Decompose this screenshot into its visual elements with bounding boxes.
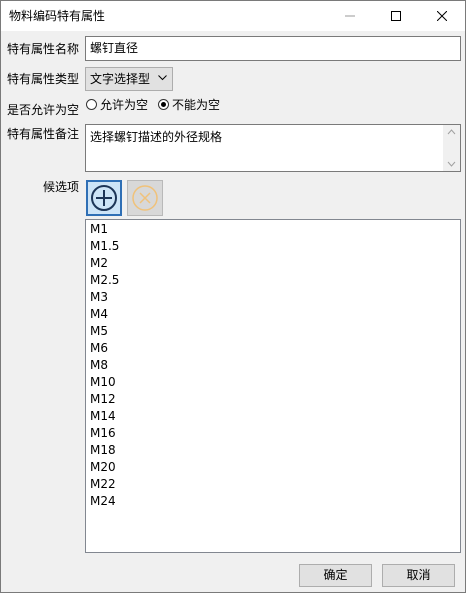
x-circle-icon [132, 185, 158, 211]
name-label: 特有属性名称 [7, 42, 80, 56]
radio-selected-dot [161, 102, 166, 107]
radio-deny-label: 不能为空 [172, 98, 221, 112]
candidates-label: 候选项 [43, 180, 80, 194]
type-select-value: 文字选择型 [90, 72, 151, 86]
maximize-button[interactable] [373, 1, 419, 31]
candidates-list[interactable]: M1 M1.5 M2 M2.5 M3 M4 M5 M6 M8 M10 M12 M… [85, 219, 461, 553]
window-title: 物料编码特有属性 [9, 9, 106, 23]
delete-candidate-button[interactable] [127, 180, 163, 216]
scroll-up-icon[interactable] [443, 127, 460, 137]
list-item[interactable]: M8 [90, 358, 108, 372]
list-item[interactable]: M1.5 [90, 239, 119, 253]
list-item[interactable]: M16 [90, 426, 116, 440]
close-icon [437, 11, 447, 21]
remark-textarea[interactable]: 选择螺钉描述的外径规格 [85, 124, 461, 172]
ok-button[interactable]: 确定 [299, 564, 372, 587]
list-item[interactable]: M14 [90, 409, 116, 423]
list-item[interactable]: M2.5 [90, 273, 119, 287]
title-bar[interactable]: 物料编码特有属性 [1, 1, 465, 31]
radio-not-null[interactable]: 不能为空 [158, 98, 238, 114]
name-input-value: 螺钉直径 [90, 41, 139, 55]
list-item[interactable]: M12 [90, 392, 116, 406]
list-item[interactable]: M10 [90, 375, 116, 389]
list-item[interactable]: M2 [90, 256, 108, 270]
list-item[interactable]: M24 [90, 494, 116, 508]
type-select[interactable]: 文字选择型 [85, 67, 173, 91]
list-item[interactable]: M18 [90, 443, 116, 457]
radio-deny-circle[interactable] [158, 99, 169, 110]
maximize-icon [391, 11, 401, 21]
list-item[interactable]: M3 [90, 290, 108, 304]
radio-allow-label: 允许为空 [100, 98, 149, 112]
minimize-icon [345, 15, 355, 17]
list-item[interactable]: M4 [90, 307, 108, 321]
plus-circle-icon [91, 185, 117, 211]
list-item[interactable]: M20 [90, 460, 116, 474]
type-label: 特有属性类型 [7, 72, 80, 86]
list-item[interactable]: M6 [90, 341, 108, 355]
radio-allow-circle[interactable] [86, 99, 97, 110]
add-candidate-button[interactable] [86, 180, 122, 216]
chevron-down-icon [158, 75, 167, 81]
list-item[interactable]: M5 [90, 324, 108, 338]
cancel-button[interactable]: 取消 [382, 564, 455, 587]
remark-scrollbar[interactable] [443, 125, 460, 171]
remark-value: 选择螺钉描述的外径规格 [90, 130, 223, 144]
scroll-down-icon[interactable] [443, 159, 460, 169]
radio-allow-null[interactable]: 允许为空 [86, 98, 166, 114]
close-button[interactable] [419, 1, 465, 31]
nullable-label: 是否允许为空 [7, 103, 80, 117]
remark-label: 特有属性备注 [7, 127, 80, 141]
list-item[interactable]: M1 [90, 222, 108, 236]
dialog-window: 物料编码特有属性 特有属性名称 螺钉直径 特有属性类型 文字选择型 是否允许为空… [0, 0, 466, 593]
list-item[interactable]: M22 [90, 477, 116, 491]
name-input[interactable]: 螺钉直径 [85, 36, 461, 61]
minimize-button[interactable] [327, 1, 373, 31]
